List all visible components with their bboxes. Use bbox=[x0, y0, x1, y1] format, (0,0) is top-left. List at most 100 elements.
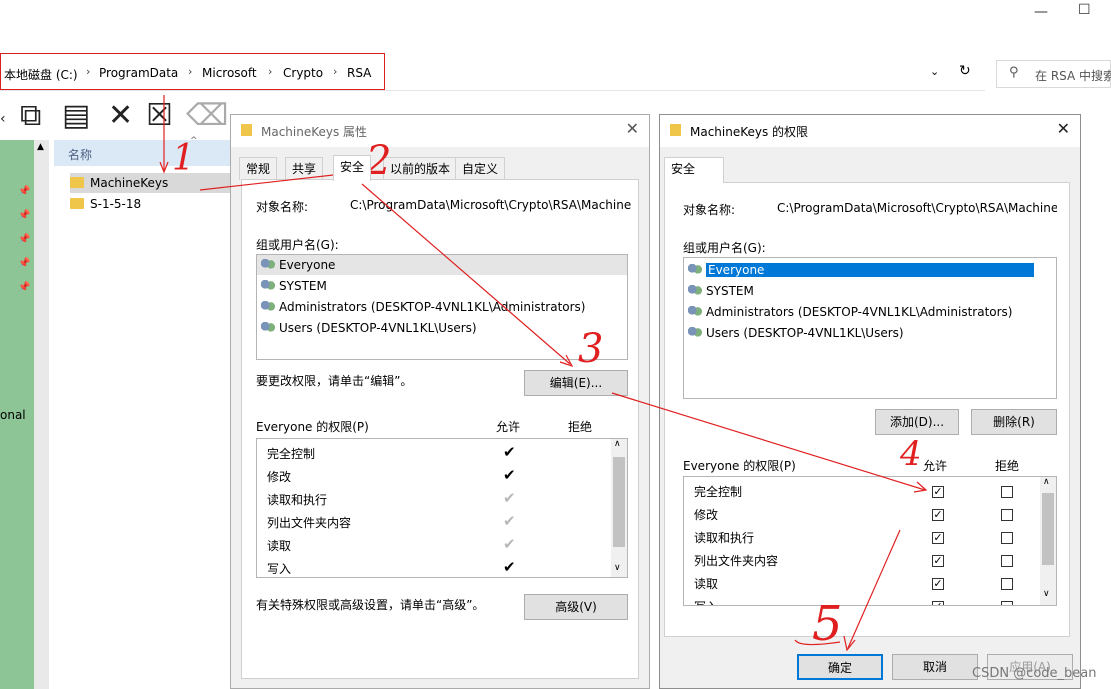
permissions-dialog: MachineKeys 的权限 ✕ 安全 对象名称: C:\ProgramDat… bbox=[659, 114, 1081, 689]
scroll-thumb[interactable] bbox=[613, 457, 625, 547]
user-list[interactable]: Everyone SYSTEM Administrators (DESKTOP-… bbox=[256, 254, 628, 360]
panel-icon[interactable]: ▤ bbox=[62, 101, 90, 131]
check-icon: ✔ bbox=[503, 558, 516, 576]
deny-checkbox[interactable] bbox=[1001, 601, 1013, 605]
deny-checkbox[interactable] bbox=[1001, 555, 1013, 567]
file-item-s-1-5-18[interactable]: S-1-5-18 bbox=[70, 194, 240, 214]
deny-checkbox[interactable] bbox=[1001, 486, 1013, 498]
permission-row: 列出文件夹内容 bbox=[694, 550, 778, 573]
user-name: Users (DESKTOP-4VNL1KL\Users) bbox=[706, 326, 904, 340]
permission-name: 读取 bbox=[694, 577, 719, 591]
object-name-label: 对象名称: bbox=[256, 200, 309, 214]
user-list[interactable]: Everyone SYSTEM Administrators (DESKTOP-… bbox=[683, 257, 1057, 399]
chevron-left-icon[interactable]: ‹ bbox=[0, 104, 6, 134]
scroll-up-icon[interactable]: ▲ bbox=[37, 142, 44, 152]
user-name: Administrators (DESKTOP-4VNL1KL\Administ… bbox=[706, 305, 1013, 319]
scroll-thumb[interactable] bbox=[1042, 493, 1054, 565]
nav-scrollbar[interactable]: ▲ bbox=[34, 140, 49, 689]
permission-scrollbar[interactable]: ∧ ∨ bbox=[1040, 477, 1056, 605]
deny-checkbox[interactable] bbox=[1001, 578, 1013, 590]
permission-list: 完全控制 修改 读取和执行 列出文件夹内容 读取 写入 ✓ ✓ ✓ ✓ ✓ ✓ ∧ ∨ bbox=[683, 476, 1057, 606]
scroll-up-icon[interactable]: ∧ bbox=[614, 439, 621, 449]
tab-previous-versions[interactable]: 以前的版本 bbox=[383, 157, 458, 180]
allow-checkbox[interactable]: ✓ bbox=[932, 486, 944, 498]
user-item[interactable]: SYSTEM bbox=[688, 281, 754, 301]
search-placeholder: 在 RSA 中搜索 bbox=[1035, 69, 1111, 83]
users-icon bbox=[688, 285, 702, 297]
ok-button[interactable]: 确定 bbox=[797, 654, 883, 680]
object-name-value: C:\ProgramData\Microsoft\Crypto\RSA\Mach… bbox=[350, 198, 632, 212]
advanced-button[interactable]: 高级(V) bbox=[524, 594, 628, 620]
allow-checkbox[interactable]: ✓ bbox=[932, 601, 944, 605]
group-label: 组或用户名(G): bbox=[683, 241, 766, 255]
permission-name: 读取和执行 bbox=[694, 531, 755, 545]
deny-header: 拒绝 bbox=[995, 459, 1020, 473]
nav-item-label[interactable]: onal bbox=[0, 408, 26, 422]
file-name: S-1-5-18 bbox=[90, 197, 142, 211]
annotation-box bbox=[0, 53, 385, 90]
refresh-icon[interactable]: ↻ bbox=[959, 63, 971, 79]
pin-icon: 📌 bbox=[18, 258, 31, 269]
column-header-label: 名称 bbox=[68, 148, 93, 162]
deny-header: 拒绝 bbox=[568, 420, 593, 434]
window-icon[interactable]: ⧉ bbox=[20, 101, 41, 131]
permission-row: 读取 bbox=[267, 535, 291, 558]
file-item-machinekeys[interactable]: MachineKeys bbox=[70, 173, 240, 193]
user-item[interactable]: Everyone bbox=[257, 255, 627, 275]
perm-label: Everyone 的权限(P) bbox=[256, 420, 369, 434]
permission-row: 写入 bbox=[694, 596, 718, 605]
folder-icon bbox=[241, 124, 252, 136]
edit-button[interactable]: 编辑(E)... bbox=[524, 370, 628, 396]
permission-row: 修改 bbox=[267, 466, 291, 489]
tab-security[interactable]: 安全 bbox=[664, 157, 724, 183]
column-header-name[interactable]: 名称 ^ bbox=[54, 136, 240, 166]
user-name-selected: Everyone bbox=[706, 263, 1035, 277]
scroll-up-icon[interactable]: ∧ bbox=[1043, 477, 1050, 487]
tab-security[interactable]: 安全 bbox=[333, 155, 372, 181]
allow-checkbox[interactable]: ✓ bbox=[932, 509, 944, 521]
advanced-hint: 有关特殊权限或高级设置，请单击“高级”。 bbox=[256, 598, 485, 612]
permission-row: 读取和执行 bbox=[267, 489, 327, 512]
allow-header: 允许 bbox=[923, 459, 948, 473]
perm-label: Everyone 的权限(P) bbox=[683, 459, 796, 473]
allow-checkbox[interactable]: ✓ bbox=[932, 555, 944, 567]
permission-name: 完全控制 bbox=[267, 447, 316, 461]
user-item[interactable]: Users (DESKTOP-4VNL1KL\Users) bbox=[688, 323, 904, 343]
permission-name: 写入 bbox=[694, 600, 718, 605]
users-icon bbox=[688, 306, 702, 318]
user-item[interactable]: Administrators (DESKTOP-4VNL1KL\Administ… bbox=[261, 297, 585, 317]
close-icon[interactable]: ✕ bbox=[1057, 119, 1070, 138]
allow-checkbox[interactable]: ✓ bbox=[932, 578, 944, 590]
file-list-pane bbox=[50, 140, 240, 689]
scroll-down-icon[interactable]: ∨ bbox=[1043, 589, 1050, 599]
permission-name: 写入 bbox=[267, 562, 292, 576]
search-input[interactable]: ⚲ 在 RSA 中搜索 bbox=[996, 60, 1111, 88]
tab-sharing[interactable]: 共享 bbox=[285, 157, 324, 180]
minimize-button[interactable]: — bbox=[1034, 4, 1048, 20]
permission-row: 修改 bbox=[694, 504, 718, 527]
chevron-down-icon[interactable]: ⌄ bbox=[930, 65, 939, 78]
maximize-button[interactable]: ☐ bbox=[1078, 2, 1091, 18]
permission-scrollbar[interactable]: ∧ ∨ bbox=[611, 439, 627, 577]
cancel-button[interactable]: 取消 bbox=[892, 654, 978, 680]
deny-checkbox[interactable] bbox=[1001, 509, 1013, 521]
user-item[interactable]: Users (DESKTOP-4VNL1KL\Users) bbox=[261, 318, 477, 338]
check-icon: ✔ bbox=[503, 443, 516, 461]
user-item[interactable]: Administrators (DESKTOP-4VNL1KL\Administ… bbox=[688, 302, 1012, 322]
delete-icon[interactable]: ✕ bbox=[108, 101, 133, 131]
scroll-down-icon[interactable]: ∨ bbox=[614, 563, 621, 573]
user-item[interactable]: SYSTEM bbox=[261, 276, 327, 296]
remove-button[interactable]: 删除(R) bbox=[971, 409, 1057, 435]
properties-dialog: MachineKeys 属性 ✕ 常规 共享 安全 以前的版本 自定义 对象名称… bbox=[230, 114, 650, 689]
check-icon: ✔ bbox=[503, 512, 516, 530]
close-window-icon[interactable]: ☒ bbox=[146, 101, 173, 131]
close-icon[interactable]: ✕ bbox=[626, 119, 639, 138]
tab-general[interactable]: 常规 bbox=[239, 157, 278, 180]
backspace-icon[interactable]: ⌫ bbox=[186, 101, 228, 131]
tab-customize[interactable]: 自定义 bbox=[455, 157, 506, 180]
allow-checkbox[interactable]: ✓ bbox=[932, 532, 944, 544]
permission-name: 列出文件夹内容 bbox=[694, 554, 779, 568]
deny-checkbox[interactable] bbox=[1001, 532, 1013, 544]
user-item[interactable]: Everyone bbox=[688, 260, 1035, 280]
add-button[interactable]: 添加(D)... bbox=[875, 409, 959, 435]
